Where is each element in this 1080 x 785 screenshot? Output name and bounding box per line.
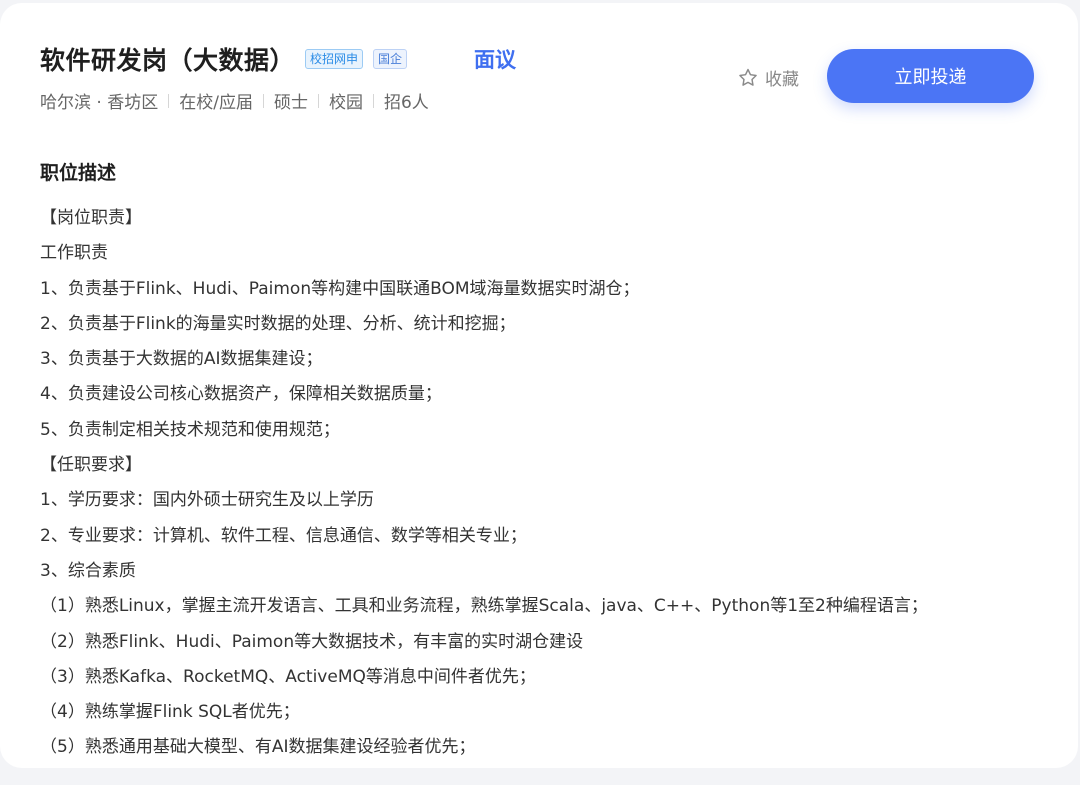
meta-headcount: 招6人	[383, 93, 429, 113]
job-detail-card: 软件研发岗（大数据） 校招网申 国企 面议 哈尔滨 · 香坊区 在校/应届 硕士…	[0, 3, 1078, 768]
description-line: 2、负责基于Flink的海量实时数据的处理、分析、统计和挖掘；	[40, 313, 516, 334]
tag-campus-apply: 校招网申	[305, 49, 364, 69]
meta-degree: 硕士	[273, 93, 308, 113]
description-line: 1、学历要求：国内外硕士研究生及以上学历	[40, 490, 374, 511]
meta-status: 在校/应届	[179, 93, 253, 113]
section-title-description: 职位描述	[40, 162, 117, 184]
description-line: 5、负责制定相关技术规范和使用规范；	[40, 419, 340, 440]
favorite-button[interactable]: 收藏	[737, 65, 799, 90]
description-line: 3、综合素质	[40, 560, 136, 581]
description-line: 【任职要求】	[40, 455, 142, 476]
description-line: 【岗位职责】	[40, 208, 142, 228]
description-line: 4、负责建设公司核心数据资产，保障相关数据质量；	[40, 384, 442, 405]
apply-button[interactable]: 立即投递	[827, 49, 1034, 103]
description-line: （5）熟悉通用基础大模型、有AI数据集建设经验者优先；	[40, 737, 476, 758]
tag-state-owned: 国企	[373, 49, 408, 69]
meta-type: 校园	[328, 93, 363, 113]
favorite-label: 收藏	[765, 70, 799, 90]
salary: 面议	[474, 48, 517, 72]
description-line: 2、专业要求：计算机、软件工程、信息通信、数学等相关专业；	[40, 525, 527, 546]
description-line: （2）熟悉Flink、Hudi、Paimon等大数据技术，有丰富的实时湖仓建设	[40, 631, 584, 652]
description-line: 工作职责	[40, 243, 108, 264]
description-line: 1、负责基于Flink、Hudi、Paimon等构建中国联通BOM域海量数据实时…	[40, 278, 640, 299]
meta-divider	[317, 93, 319, 108]
meta-divider	[168, 93, 170, 108]
meta-divider	[372, 93, 374, 108]
job-title: 软件研发岗（大数据）	[40, 46, 296, 75]
description-line: 3、负责基于大数据的AI数据集建设；	[40, 349, 323, 370]
description-line: （3）熟悉Kafka、RocketMQ、ActiveMQ等消息中间件者优先；	[40, 666, 536, 687]
description-line: （4）熟练掌握Flink SQL者优先；	[40, 702, 300, 723]
meta-divider	[262, 93, 264, 108]
description-line: （1）熟悉Linux，掌握主流开发语言、工具和业务流程，熟练掌握Scala、ja…	[40, 596, 928, 617]
star-outline-icon	[739, 68, 757, 86]
job-description: 【岗位职责】 工作职责 1、负责基于Flink、Hudi、Paimon等构建中国…	[40, 201, 1040, 766]
meta-location: 哈尔滨 · 香坊区	[40, 93, 159, 113]
